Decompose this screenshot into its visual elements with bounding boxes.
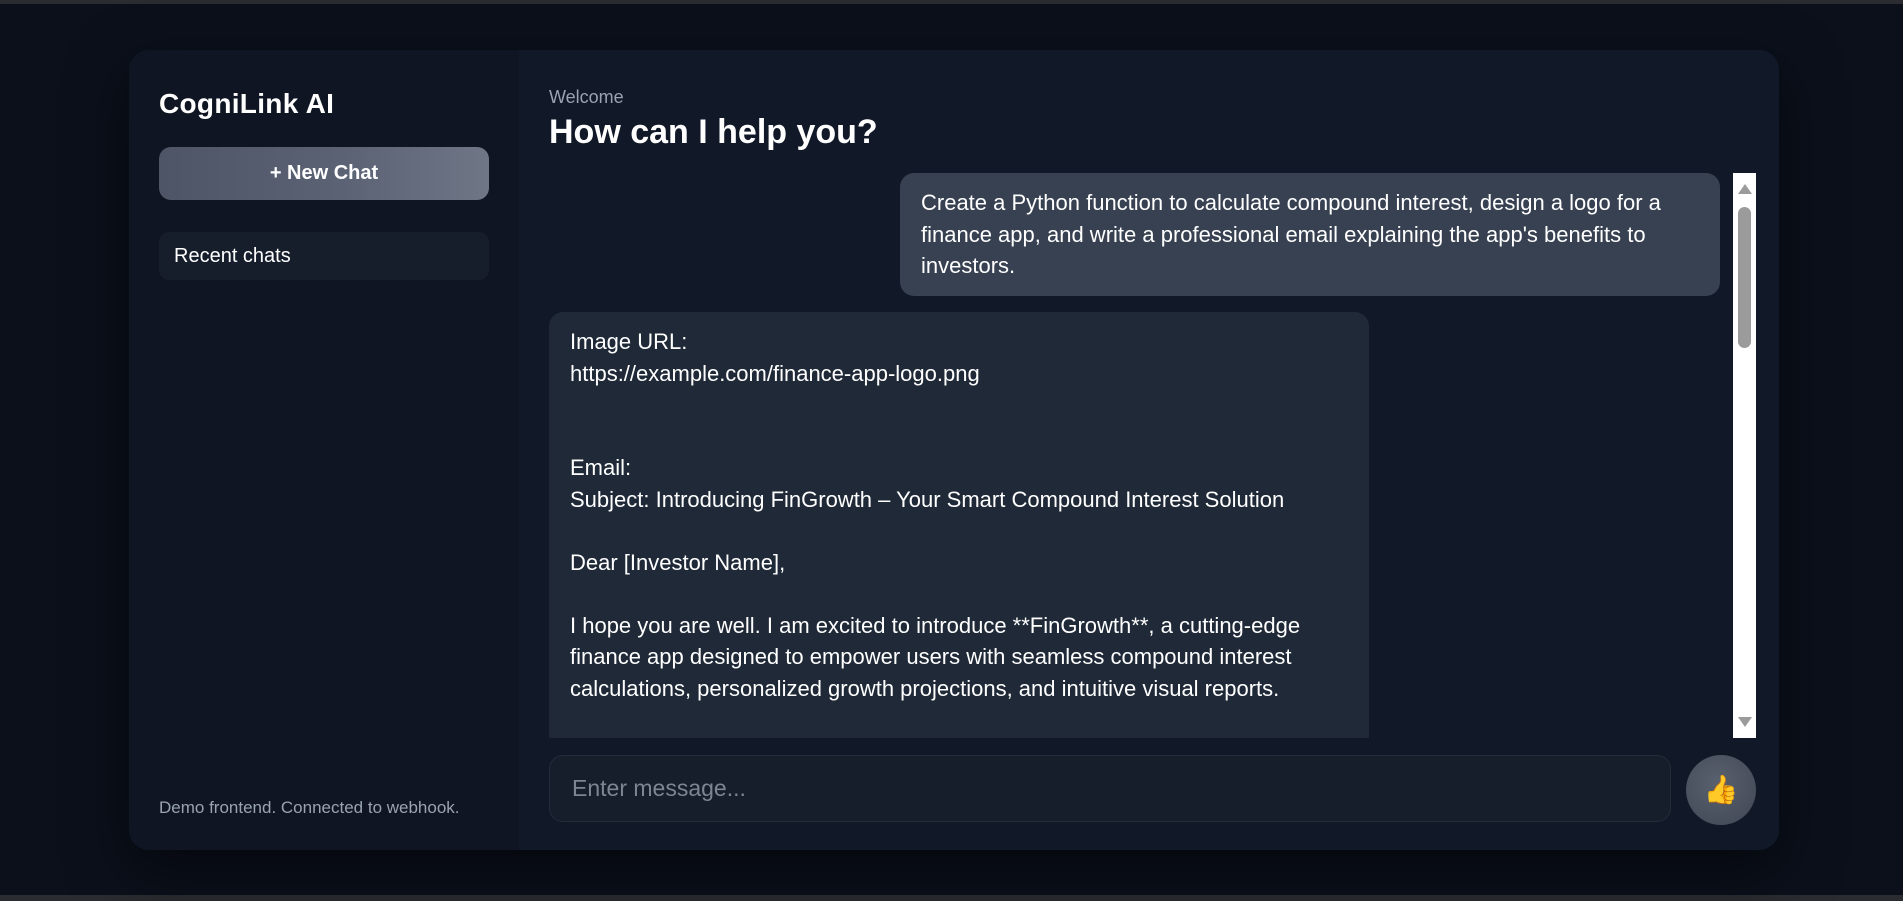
message-scrollbar[interactable] (1733, 173, 1756, 738)
send-button[interactable]: 👍 (1686, 755, 1756, 825)
message-list[interactable]: Create a Python function to calculate co… (549, 173, 1731, 738)
user-message: Create a Python function to calculate co… (900, 173, 1720, 296)
thumbs-up-icon: 👍 (1703, 774, 1739, 805)
sidebar: CogniLink AI + New Chat Recent chats Dem… (129, 50, 519, 850)
brand-title: CogniLink AI (159, 88, 335, 119)
message-input[interactable] (549, 755, 1671, 822)
welcome-label: Welcome (549, 87, 624, 107)
sidebar-footnote: Demo frontend. Connected to webhook. (159, 798, 460, 817)
assistant-message: Image URL: https://example.com/finance-a… (549, 312, 1369, 738)
page-background: CogniLink AI + New Chat Recent chats Dem… (0, 4, 1903, 895)
page-title: How can I help you? (549, 113, 878, 151)
scroll-up-arrow-icon[interactable] (1738, 184, 1752, 194)
scrollbar-thumb[interactable] (1738, 207, 1751, 348)
new-chat-button[interactable]: + New Chat (159, 147, 489, 200)
recent-chats-item[interactable]: Recent chats (159, 232, 489, 280)
chat-app-window: CogniLink AI + New Chat Recent chats Dem… (129, 50, 1779, 850)
chat-main: Welcome How can I help you? Create a Pyt… (519, 50, 1779, 850)
scroll-down-arrow-icon[interactable] (1738, 717, 1752, 727)
